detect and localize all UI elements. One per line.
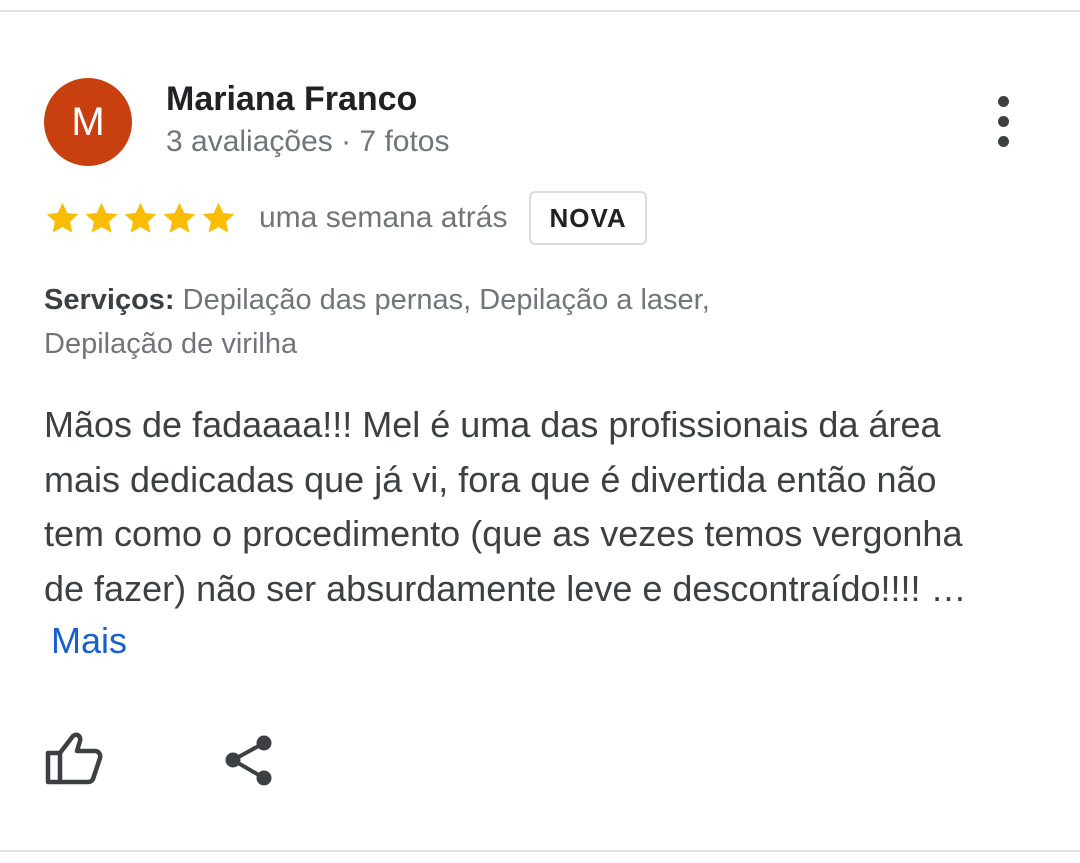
more-vert-icon — [998, 96, 1009, 107]
more-options-button[interactable] — [984, 96, 1024, 150]
rating-row: uma semana atrás NOVA — [44, 190, 647, 246]
review-date: uma semana atrás — [259, 201, 508, 234]
services-list-line1: Depilação das pernas, Depilação a laser, — [174, 284, 710, 316]
star-icon — [202, 202, 235, 233]
review-text-line: tem como o procedimento (que as vezes te… — [44, 513, 963, 554]
share-button[interactable] — [222, 734, 276, 788]
star-icon — [85, 202, 118, 233]
avatar[interactable]: M — [44, 78, 132, 166]
star-icon — [163, 202, 196, 233]
review-card: M Mariana Franco 3 avaliações · 7 fotos … — [0, 0, 1080, 863]
star-icon — [124, 202, 157, 233]
services: Serviços: Depilação das pernas, Depilaçã… — [44, 278, 1024, 366]
services-label: Serviços: — [44, 284, 175, 316]
more-vert-icon-dot — [998, 136, 1009, 147]
author-name[interactable]: Mariana Franco — [166, 80, 417, 119]
more-link[interactable]: Mais — [51, 620, 127, 662]
star-rating — [44, 200, 237, 237]
thumb-up-icon — [45, 732, 103, 785]
review-text: Mãos de fadaaaa!!! Mel é uma das profiss… — [44, 398, 1044, 616]
review-text-line: Mãos de fadaaaa!!! Mel é uma das profiss… — [44, 404, 941, 445]
top-divider — [0, 10, 1080, 12]
review-text-line: mais dedicadas que já vi, fora que é div… — [44, 458, 937, 500]
new-badge: NOVA — [529, 191, 647, 245]
bottom-divider — [0, 850, 1080, 852]
share-icon — [225, 735, 272, 786]
author-meta: 3 avaliações · 7 fotos — [166, 125, 450, 158]
more-vert-icon-dot — [998, 116, 1009, 127]
like-button[interactable] — [44, 730, 104, 786]
review-text-line: de fazer) não ser absurdamente leve e de… — [44, 567, 967, 609]
services-list-line2: Depilação de virilha — [44, 328, 298, 360]
star-icon — [46, 202, 79, 233]
